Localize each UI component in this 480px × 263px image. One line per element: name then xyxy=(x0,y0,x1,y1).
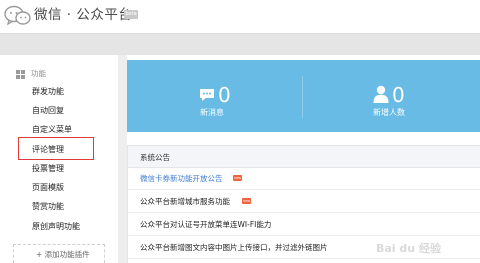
sidebar-item-custom-menu[interactable]: 自定义菜单 xyxy=(32,124,72,136)
wechat-logo-icon[interactable] xyxy=(4,5,32,26)
sidebar-divider xyxy=(118,55,127,263)
header-band xyxy=(0,33,480,55)
user-icon xyxy=(373,85,389,103)
notice-text[interactable]: 公众平台新增图文内容中图片上传接口，并过滤外链图片 xyxy=(140,242,328,253)
add-plugin-button[interactable]: + 添加功能插件 xyxy=(13,244,105,263)
new-messages-count: 0 xyxy=(218,83,231,107)
new-badge: new xyxy=(233,175,242,181)
watermark-text: Bai du 经验 xyxy=(376,242,441,255)
function-grid-icon xyxy=(16,70,25,79)
sidebar-item-appreciation[interactable]: 赞赏功能 xyxy=(32,201,64,213)
stat-new-messages[interactable]: 0 新消息 xyxy=(127,60,302,132)
stat-new-followers[interactable]: 0 新增人数 xyxy=(303,60,480,132)
new-followers-count: 0 xyxy=(392,83,405,107)
add-plugin-label: + 添加功能插件 xyxy=(36,250,90,259)
notice-item[interactable]: 公众平台对认证号开放菜单连WI-FI能力 xyxy=(128,214,480,236)
comment-management-highlight-box xyxy=(18,137,94,160)
notice-text[interactable]: 公众平台对认证号开放菜单连WI-FI能力 xyxy=(140,219,271,230)
sidebar-item-auto-reply[interactable]: 自动回复 xyxy=(32,105,64,117)
new-badge: new xyxy=(242,198,251,204)
new-followers-label: 新增人数 xyxy=(373,108,405,117)
notice-title: 系统公告 xyxy=(140,153,170,162)
beta-badge: beta xyxy=(124,10,138,19)
notice-header: 系统公告 xyxy=(128,146,480,168)
stats-panel: 0 新消息 0 新增人数 xyxy=(127,60,480,132)
message-icon xyxy=(200,89,214,101)
notice-item[interactable]: 公众平台新增城市服务功能 new xyxy=(128,191,480,213)
sidebar-item-page-templates[interactable]: 页面模版 xyxy=(32,182,64,194)
new-messages-label: 新消息 xyxy=(200,108,224,117)
brand-title[interactable]: 微信 · 公众平台 xyxy=(34,6,132,24)
sidebar-section-label: 功能 xyxy=(31,69,46,78)
notice-link[interactable]: 微信卡券新功能开放公告 xyxy=(140,173,223,184)
top-bar: 微信 · 公众平台 beta xyxy=(0,0,480,33)
notice-item[interactable]: 微信卡券新功能开放公告 new xyxy=(128,168,480,190)
sidebar-item-vote-management[interactable]: 投票管理 xyxy=(32,163,64,175)
sidebar-item-original-declaration[interactable]: 原创声明功能 xyxy=(32,221,80,233)
watermark: Bai du 经验 xyxy=(376,238,476,260)
notice-text[interactable]: 公众平台新增城市服务功能 xyxy=(140,196,230,207)
sidebar-item-mass-send[interactable]: 群发功能 xyxy=(32,86,64,98)
